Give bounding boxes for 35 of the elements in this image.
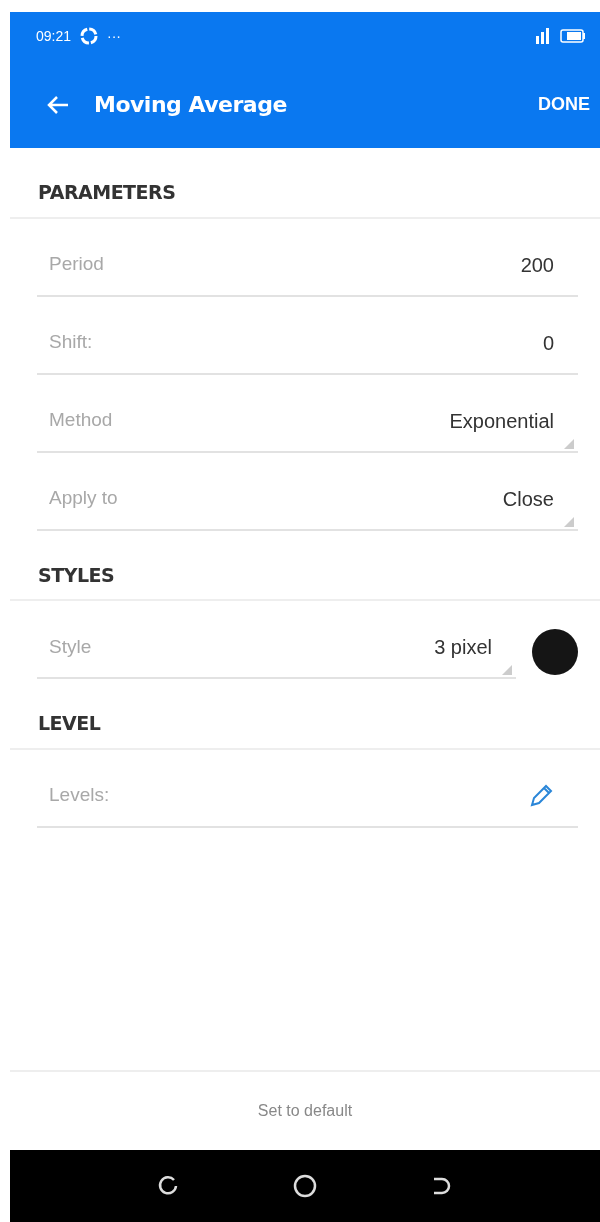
field-label: Apply to xyxy=(49,486,118,511)
field-row[interactable]: Period 200 xyxy=(37,240,578,297)
field-label: Style xyxy=(49,634,92,659)
dropdown-corner-icon xyxy=(564,438,574,449)
notification-more: ··· xyxy=(107,26,122,46)
color-swatch[interactable] xyxy=(532,629,578,675)
default-button[interactable]: Set to default xyxy=(251,1098,359,1124)
field-row[interactable]: Style 3 pixel xyxy=(37,623,516,679)
sync-icon xyxy=(79,26,100,46)
field-value: 0 xyxy=(542,330,554,356)
field-label: Period xyxy=(49,252,104,277)
dropdown-corner-icon xyxy=(564,516,574,527)
field-row[interactable]: Apply to Close xyxy=(37,474,578,531)
field-value: Close xyxy=(502,486,554,512)
back-arrow-icon xyxy=(46,93,70,116)
status-time: 09:21 xyxy=(36,26,72,46)
field-label: Shift: xyxy=(49,330,93,355)
section-header: LEVEL xyxy=(38,712,101,734)
field-value: Exponential xyxy=(449,408,554,434)
section-header: PARAMETERS xyxy=(38,181,176,203)
field-label: Levels: xyxy=(49,783,110,808)
edit-icon[interactable] xyxy=(528,782,554,809)
field-row[interactable]: Shift: 0 xyxy=(37,318,578,375)
battery-icon xyxy=(560,29,586,43)
field-row[interactable]: Method Exponential xyxy=(37,396,578,453)
done-button[interactable]: DONE xyxy=(538,86,590,122)
field-value: 200 xyxy=(520,252,554,278)
signal-icon xyxy=(534,28,552,44)
dropdown-corner-icon xyxy=(502,665,512,675)
section-header: STYLES xyxy=(38,563,115,586)
home-icon[interactable] xyxy=(292,1173,318,1199)
field-label: Method xyxy=(49,408,113,433)
toolbar-title: Moving Average xyxy=(94,90,287,119)
field-value: 3 pixel xyxy=(434,635,492,660)
recent-apps-icon[interactable] xyxy=(156,1174,180,1198)
